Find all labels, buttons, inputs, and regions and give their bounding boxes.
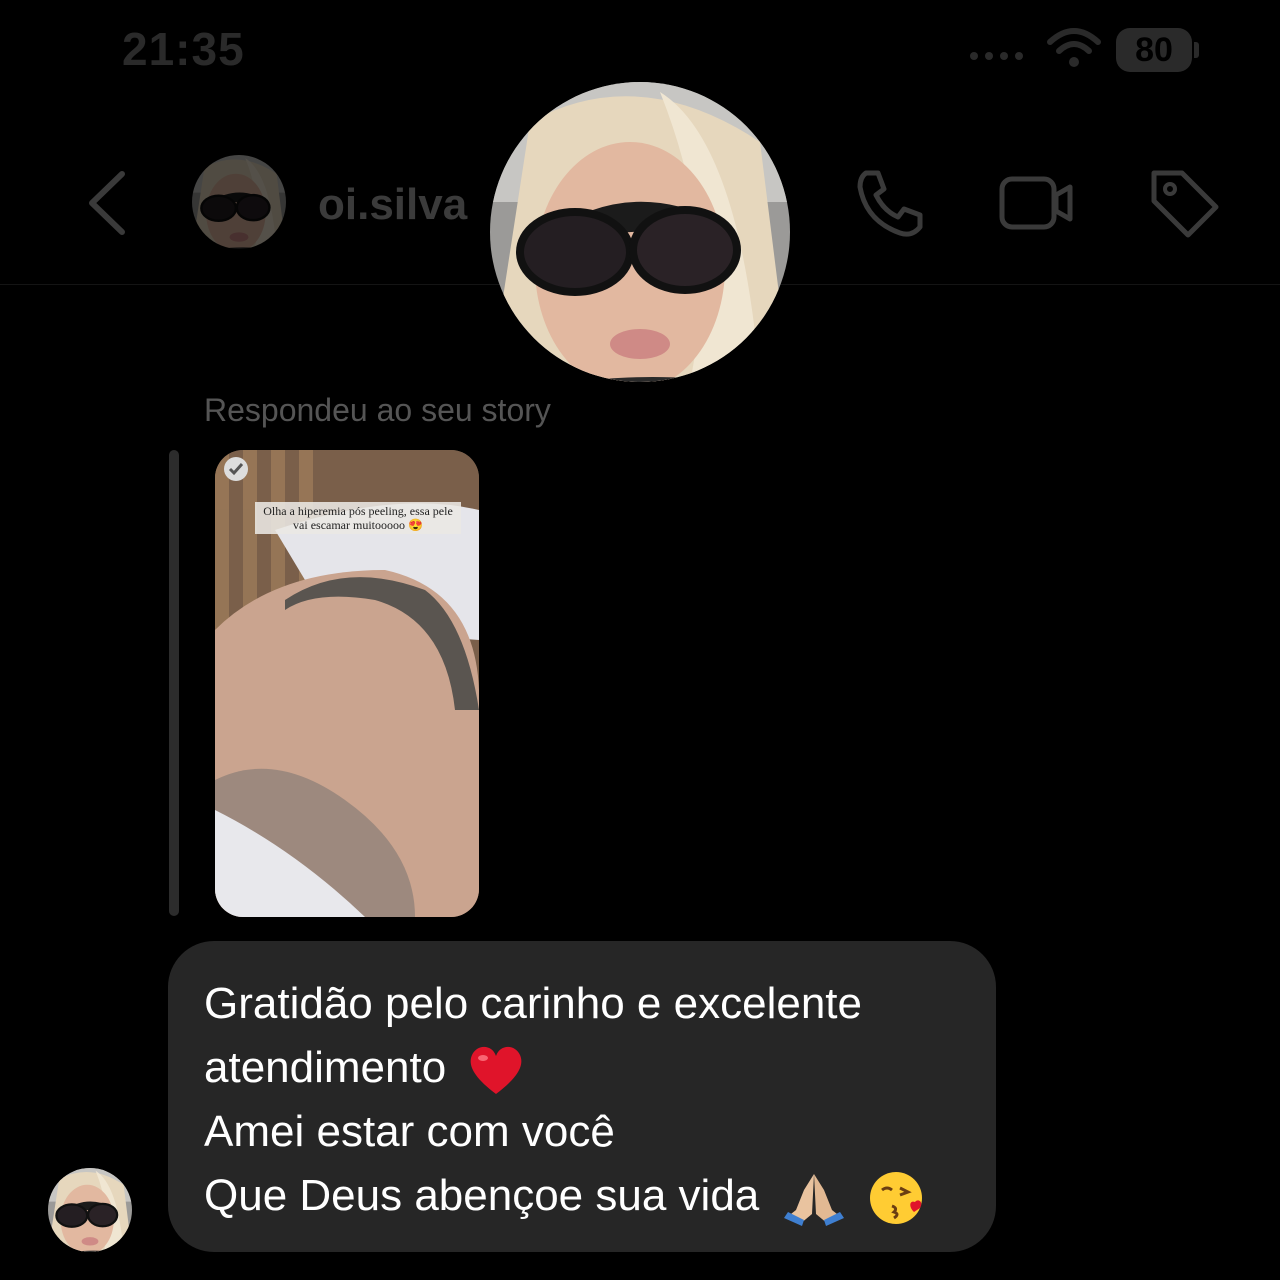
wifi-icon	[1047, 28, 1101, 67]
story-caption: Olha a hiperemia pós peeling, essa pele …	[255, 502, 461, 534]
red-heart-icon	[471, 1047, 522, 1095]
message-line: Que Deus abençoe sua vida	[204, 1171, 760, 1220]
battery-tip	[1194, 42, 1199, 58]
message-line-row: Que Deus abençoe sua vida	[204, 1164, 928, 1228]
header-avatar[interactable]	[192, 155, 286, 249]
profile-picture-preview[interactable]	[490, 82, 790, 382]
status-time: 21:35	[122, 23, 245, 75]
verified-badge-icon	[224, 457, 248, 481]
story-reply-label: Respondeu ao seu story	[204, 392, 551, 428]
sender-avatar[interactable]	[48, 1168, 132, 1252]
folded-hands-icon	[783, 1174, 844, 1227]
face-blowing-kiss-icon	[869, 1172, 922, 1225]
message-line: Amei estar com você	[204, 1107, 615, 1156]
tag-icon[interactable]	[1146, 165, 1222, 241]
message-line-row: atendimento	[204, 1036, 928, 1100]
reply-indicator-bar	[169, 450, 179, 916]
battery-indicator: 80	[1116, 28, 1192, 72]
video-call-icon[interactable]	[998, 165, 1074, 241]
phone-call-icon[interactable]	[852, 165, 928, 241]
story-thumbnail[interactable]: Olha a hiperemia pós peeling, essa pele …	[215, 450, 479, 917]
message-text: Gratidão pelo carinho e excelente atendi…	[204, 972, 928, 1228]
header-username[interactable]: oi.silva	[318, 180, 467, 230]
back-arrow-icon[interactable]	[82, 168, 132, 238]
message-line: atendimento	[204, 1043, 447, 1092]
cellular-signal-icon	[970, 52, 1023, 60]
message-line: Gratidão pelo carinho e excelente	[204, 979, 862, 1028]
